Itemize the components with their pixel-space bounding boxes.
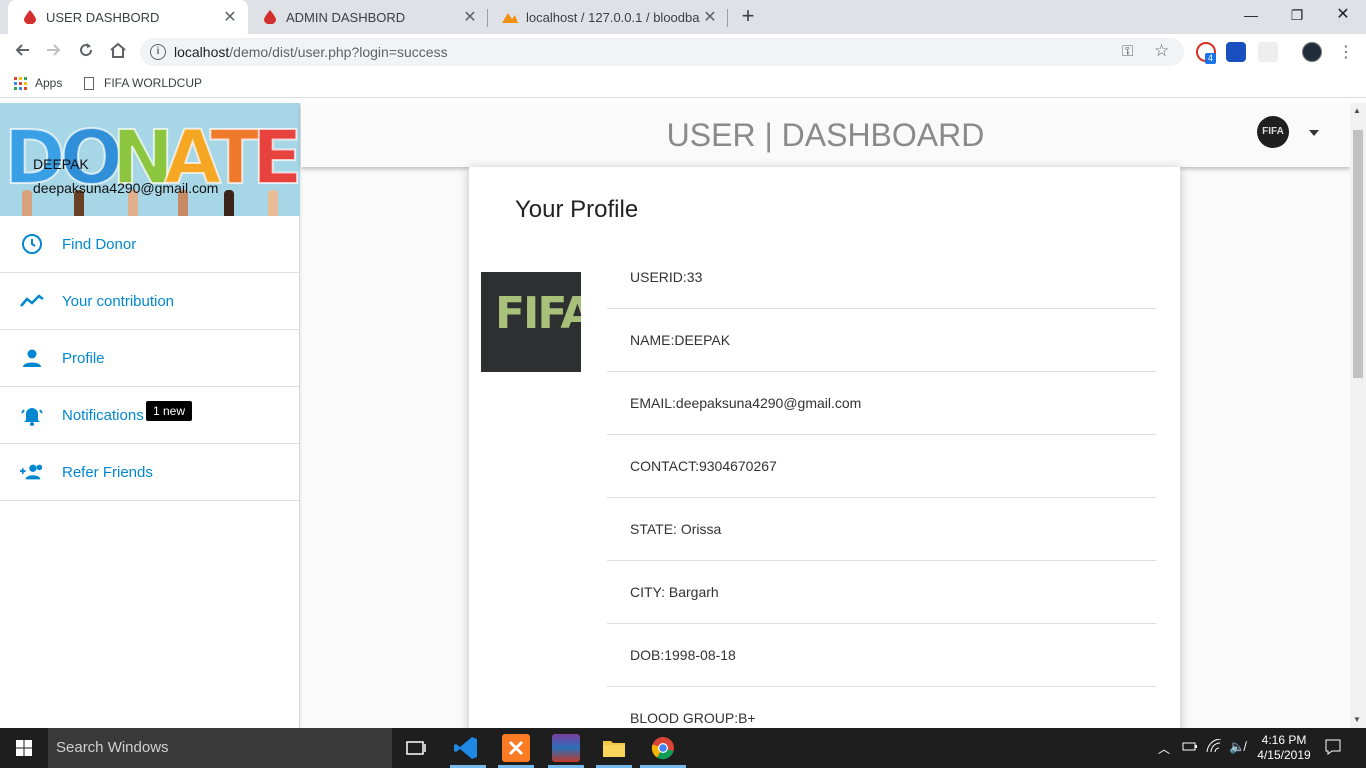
extension-puzzle-icon[interactable]	[1258, 42, 1278, 62]
person-icon	[20, 346, 44, 370]
browser-menu-icon[interactable]: ⋮	[1338, 42, 1354, 62]
chrome-icon[interactable]	[649, 734, 677, 762]
xampp-icon[interactable]	[502, 734, 530, 762]
profile-field-state: STATE: Orissa	[607, 498, 1156, 561]
volume-muted-icon[interactable]: 🔈̸	[1229, 739, 1245, 755]
sidebar-item-profile[interactable]: Profile	[0, 330, 299, 387]
task-view-icon[interactable]	[402, 734, 430, 762]
url-text: localhost/demo/dist/user.php?login=succe…	[174, 44, 448, 60]
minimize-icon[interactable]: —	[1228, 0, 1274, 30]
profile-fields-list: USERID:33 NAME:DEEPAK EMAIL:deepaksuna42…	[607, 246, 1156, 728]
close-window-icon[interactable]: ✕	[1320, 0, 1366, 30]
site-info-icon[interactable]: i	[150, 44, 166, 60]
profile-picture: FIFA	[481, 272, 581, 372]
key-icon[interactable]: ⚿	[1122, 43, 1133, 60]
windows-start-icon[interactable]	[0, 728, 48, 768]
scrollbar-thumb[interactable]	[1353, 130, 1363, 378]
bookmark-apps[interactable]: Apps	[14, 76, 62, 90]
reload-icon[interactable]	[74, 40, 98, 64]
blood-drop-favicon-icon	[262, 9, 278, 25]
winrar-icon[interactable]	[552, 734, 580, 762]
taskbar-search-input[interactable]: Search Windows	[48, 728, 392, 768]
browser-toolbar: i localhost/demo/dist/user.php?login=suc…	[0, 34, 1366, 70]
chevron-down-icon[interactable]	[1309, 130, 1319, 136]
vscode-icon[interactable]	[452, 734, 480, 762]
back-arrow-icon[interactable]	[10, 40, 34, 64]
tab-admin-dashboard[interactable]: ADMIN DASHBORD ✕	[248, 0, 488, 34]
sidebar-item-your-contribution[interactable]: Your contribution	[0, 273, 299, 330]
extension-badge: 4	[1205, 53, 1216, 64]
notification-badge: 1 new	[146, 401, 193, 421]
sidebar: D O N A T E DEEPAK deepaksuna4290@gmail.…	[0, 103, 300, 728]
chevron-up-icon[interactable]: ︿	[1158, 740, 1170, 757]
sidebar-item-label: Profile	[62, 349, 105, 367]
clock-icon	[20, 232, 44, 256]
bookmark-fifa-worldcup[interactable]: FIFA WORLDCUP	[84, 76, 202, 90]
sidebar-item-refer-friends[interactable]: Refer Friends	[0, 444, 299, 501]
profile-picture-logo-text: FIFA	[495, 288, 581, 339]
tab-title: ADMIN DASHBORD	[286, 9, 406, 25]
tab-divider	[727, 9, 728, 27]
browser-tabstrip: USER DASHBORD ✕ ADMIN DASHBORD ✕ localho…	[0, 0, 1366, 34]
sidebar-item-label: Find Donor	[62, 235, 137, 253]
battery-icon[interactable]	[1182, 740, 1198, 755]
star-bookmark-icon[interactable]: ☆	[1154, 41, 1169, 61]
home-icon[interactable]	[106, 40, 130, 64]
page-scrollbar[interactable]: ▲ ▼	[1350, 103, 1366, 728]
sidebar-item-label: Notifications	[62, 406, 144, 424]
tab-phpmyadmin[interactable]: localhost / 127.0.0.1 / bloodbank ✕	[488, 0, 728, 34]
profile-field-city: CITY: Bargarh	[607, 561, 1156, 624]
profile-avatar-icon[interactable]	[1302, 42, 1322, 62]
scroll-up-icon[interactable]: ▲	[1353, 106, 1361, 115]
forward-arrow-icon[interactable]	[42, 40, 66, 64]
wifi-icon[interactable]	[1206, 738, 1222, 756]
page-viewport: D O N A T E DEEPAK deepaksuna4290@gmail.…	[0, 103, 1350, 728]
profile-card: Your Profile FIFA USERID:33 NAME:DEEPAK …	[469, 167, 1180, 728]
restore-window-icon[interactable]: ❐	[1274, 0, 1320, 30]
system-clock[interactable]: 4:16 PM 4/15/2019	[1256, 733, 1312, 763]
phpmyadmin-favicon-icon	[502, 9, 518, 25]
address-bar[interactable]: i localhost/demo/dist/user.php?login=suc…	[140, 38, 1184, 66]
sidebar-user-name: DEEPAK	[33, 156, 89, 172]
clock-date: 4/15/2019	[1257, 748, 1311, 762]
tab-title: localhost / 127.0.0.1 / bloodbank	[526, 9, 700, 25]
sidebar-item-find-donor[interactable]: Find Donor	[0, 216, 299, 273]
close-tab-icon[interactable]: ✕	[220, 7, 240, 27]
blood-drop-favicon-icon	[22, 9, 38, 25]
sidebar-banner: D O N A T E DEEPAK deepaksuna4290@gmail.…	[0, 103, 300, 216]
page-title: USER | DASHBOARD	[666, 117, 985, 153]
new-tab-button[interactable]: +	[736, 5, 760, 29]
sidebar-item-label: Refer Friends	[62, 463, 153, 481]
page-icon	[84, 76, 94, 90]
tab-user-dashboard[interactable]: USER DASHBORD ✕	[8, 0, 248, 34]
profile-field-dob: DOB:1998-08-18	[607, 624, 1156, 687]
bookmarks-bar: Apps FIFA WORLDCUP	[0, 70, 1366, 98]
profile-field-contact: CONTACT:9304670267	[607, 435, 1156, 498]
profile-field-userid: USERID:33	[607, 246, 1156, 309]
close-tab-icon[interactable]: ✕	[460, 7, 480, 27]
sidebar-item-label: Your contribution	[62, 292, 175, 310]
profile-heading: Your Profile	[515, 196, 639, 223]
sidebar-user-email: deepaksuna4290@gmail.com	[33, 180, 219, 196]
bell-icon	[20, 403, 44, 427]
trending-icon	[20, 289, 44, 313]
cast-extension-icon[interactable]	[1226, 42, 1246, 62]
close-tab-icon[interactable]: ✕	[700, 7, 720, 27]
tab-title: USER DASHBORD	[46, 9, 160, 25]
group-add-icon	[20, 460, 44, 484]
apps-grid-icon	[14, 76, 27, 90]
clock-time: 4:16 PM	[1261, 733, 1307, 747]
profile-field-blood-group: BLOOD GROUP:B+	[607, 687, 1156, 728]
action-center-icon[interactable]	[1324, 738, 1342, 759]
sidebar-item-notifications[interactable]: Notifications 1 new	[0, 387, 299, 444]
bookmark-label: FIFA WORLDCUP	[104, 76, 203, 90]
bookmark-label: Apps	[35, 76, 63, 90]
page-header: USER | DASHBOARD FIFA	[301, 103, 1350, 167]
windows-taskbar: Search Windows ︿ 🔈̸ 4:16 PM 4/15/2019	[0, 728, 1366, 768]
file-explorer-icon[interactable]	[600, 734, 628, 762]
scroll-down-icon[interactable]: ▼	[1353, 715, 1361, 724]
profile-field-email: EMAIL:deepaksuna4290@gmail.com	[607, 372, 1156, 435]
user-avatar[interactable]: FIFA	[1257, 116, 1289, 148]
profile-field-name: NAME:DEEPAK	[607, 309, 1156, 372]
